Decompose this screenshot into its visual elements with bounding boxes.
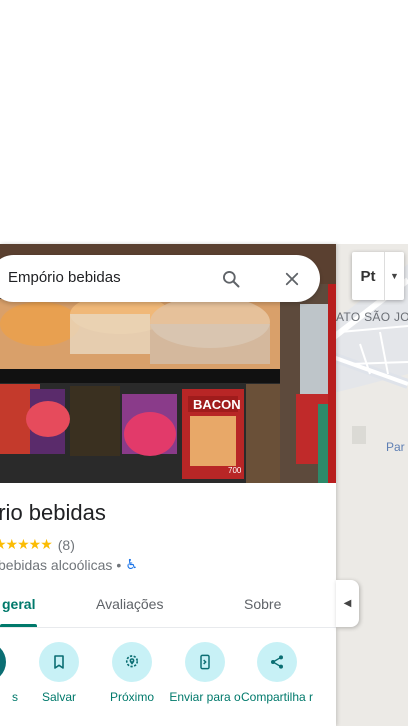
- search-icon: [223, 271, 240, 288]
- send-to-phone-label: Enviar para o: [169, 690, 241, 704]
- close-icon: [285, 272, 299, 286]
- share-label: Compartilha r: [240, 690, 314, 704]
- bookmark-icon: [39, 642, 79, 682]
- search-input[interactable]: Empório bebidas: [8, 269, 121, 286]
- active-tab-indicator: [0, 624, 37, 627]
- map-area[interactable]: ATO SÃO JO Par: [330, 244, 408, 726]
- search-box[interactable]: Empório bebidas: [0, 255, 320, 302]
- send-to-phone-icon: [185, 642, 225, 682]
- nearby-button[interactable]: Próximo: [94, 642, 170, 704]
- rating-row: ★★★★★ (8): [0, 536, 75, 553]
- place-category[interactable]: bebidas alcoólicas: [0, 557, 112, 573]
- poi-label[interactable]: Par: [386, 440, 405, 454]
- rating-stars: ★★★★★: [0, 536, 53, 552]
- nearby-label: Próximo: [109, 690, 154, 704]
- directions-icon: [0, 642, 6, 682]
- tab-reviews[interactable]: Avaliações: [96, 596, 163, 612]
- share-button[interactable]: Compartilha r: [239, 642, 315, 704]
- tab-about[interactable]: Sobre: [244, 596, 281, 612]
- map-type-label[interactable]: Pt: [352, 268, 384, 285]
- caret-down-icon[interactable]: ▼: [385, 271, 404, 281]
- chevron-left-icon: ◀: [343, 598, 352, 609]
- save-label: Salvar: [41, 690, 76, 704]
- nearby-icon: [112, 642, 152, 682]
- share-icon: [257, 642, 297, 682]
- send-to-phone-button[interactable]: Enviar para o: [167, 642, 243, 704]
- wheelchair-icon: ♿: [125, 556, 138, 572]
- photo-package-text: 700: [228, 466, 242, 475]
- tab-overview[interactable]: geral: [2, 596, 35, 612]
- save-button[interactable]: Salvar: [21, 642, 97, 704]
- tab-bar: geral Avaliações Sobre: [0, 580, 336, 628]
- map-type-selector[interactable]: Pt ▼: [352, 252, 404, 300]
- close-button[interactable]: [278, 265, 306, 293]
- street-label: ATO SÃO JO: [336, 310, 408, 324]
- place-title: ório bebidas: [0, 500, 106, 525]
- collapse-panel-button[interactable]: ◀: [336, 580, 359, 627]
- photo-sign-text: BACON: [193, 397, 241, 412]
- search-button[interactable]: [216, 265, 246, 293]
- separator-dot: •: [116, 556, 122, 573]
- category-row: bebidas alcoólicas • ♿: [0, 556, 138, 573]
- review-count[interactable]: (8): [58, 537, 75, 553]
- page: ATO SÃO JO Par Pt ▼ BACON 700 ★★★★ (8) E…: [0, 0, 408, 726]
